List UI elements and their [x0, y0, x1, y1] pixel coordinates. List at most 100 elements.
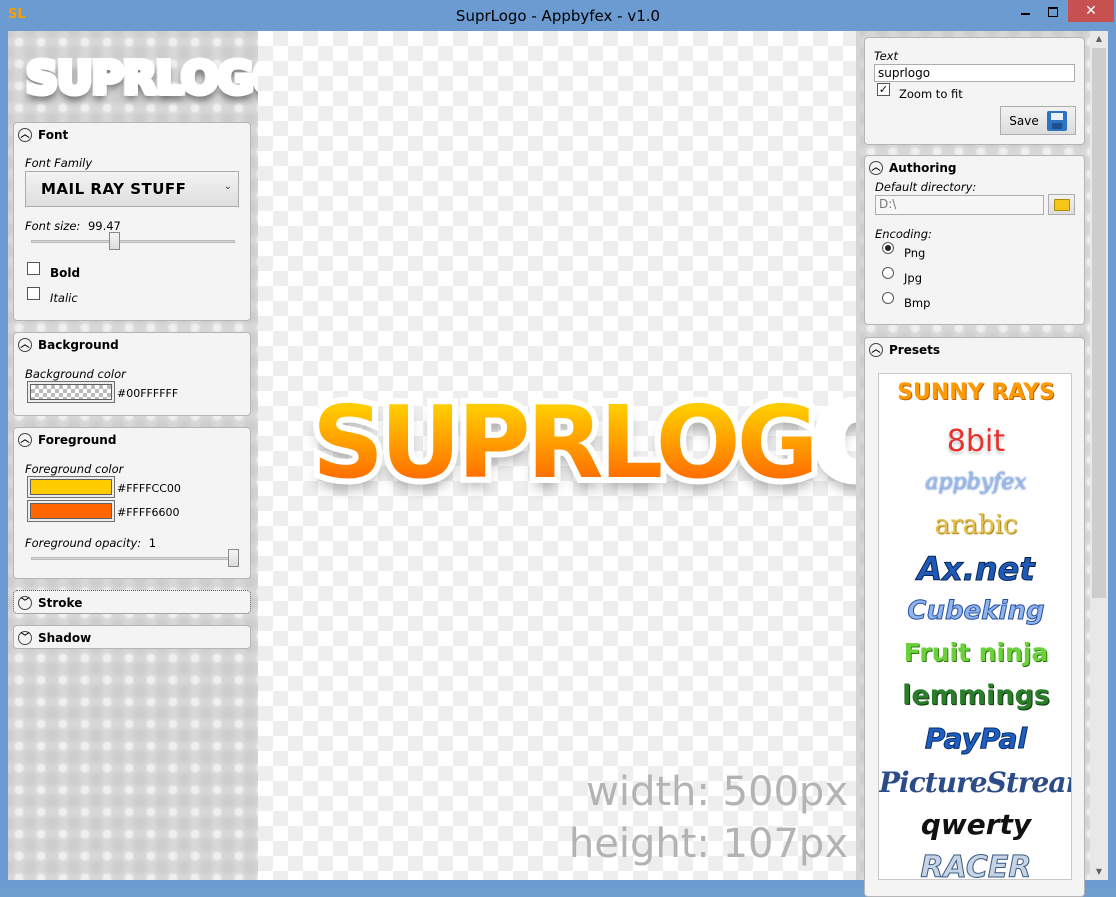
scroll-down-icon[interactable]: ▼	[1090, 864, 1108, 880]
default-directory-label: Default directory:	[875, 180, 977, 194]
authoring-group: ︿ Authoring Default directory: D:\ Encod…	[864, 155, 1085, 325]
font-size-label: Font size:	[25, 219, 81, 233]
encoding-bmp-label: Bmp	[904, 296, 931, 310]
app-logo-text: SUPRLOGO	[26, 49, 290, 109]
browse-folder-button[interactable]	[1048, 194, 1075, 215]
stroke-group[interactable]: ﹀ Stroke	[13, 590, 251, 614]
presets-group-header[interactable]: ︿ Presets	[869, 342, 940, 358]
font-header-label: Font	[38, 128, 69, 142]
radio-selected-dot	[885, 245, 891, 251]
zoom-to-fit-checkbox[interactable]: ✓	[877, 83, 890, 96]
font-size-slider[interactable]	[109, 232, 120, 250]
chevron-down-icon: ﹀	[18, 596, 32, 610]
font-group: ︿ Font Font Family MAIL RAY STUFF ⌄ Font…	[13, 122, 251, 321]
foreground-opacity-value: 1	[148, 536, 157, 550]
scroll-up-icon[interactable]: ▲	[1090, 31, 1108, 47]
left-panel: SUPRLOGO SUPRLOGO ︿ Font Font Family MAI…	[8, 31, 293, 880]
bold-label: Bold	[50, 266, 81, 280]
encoding-png-label: Png	[904, 246, 926, 260]
chevron-up-icon: ︿	[18, 128, 32, 142]
font-size-row: Font size: 99.47	[25, 219, 121, 233]
chevron-up-icon: ︿	[869, 343, 883, 357]
preset-ax-net[interactable]: Ax.net	[879, 550, 1071, 589]
shadow-group[interactable]: ﹀ Shadow	[13, 625, 251, 649]
window-title: SuprLogo - Appbyfex - v1.0	[455, 7, 661, 25]
foreground-opacity-slider[interactable]	[228, 549, 239, 567]
foreground-opacity-label: Foreground opacity:	[25, 536, 142, 550]
minimize-button[interactable]	[1012, 0, 1038, 22]
chevron-up-icon: ︿	[18, 338, 32, 352]
preset-racer[interactable]: RACER	[879, 850, 1071, 880]
encoding-bmp-radio[interactable]	[882, 292, 894, 304]
chevron-up-icon: ︿	[18, 433, 32, 447]
preset-sunny-rays[interactable]: SUNNY RAYS	[879, 380, 1071, 405]
bold-checkbox[interactable]	[27, 262, 40, 275]
preset-arabic[interactable]: arabic	[879, 510, 1071, 540]
title-bar[interactable]: SL SuprLogo - Appbyfex - v1.0 ✕	[0, 0, 1116, 31]
preset-8bit[interactable]: 8bit	[879, 424, 1071, 459]
preset-lemmings[interactable]: lemmings	[879, 680, 1071, 711]
close-icon: ✕	[1085, 3, 1097, 19]
shadow-header-label: Shadow	[38, 631, 92, 645]
save-label: Save	[1009, 113, 1039, 128]
authoring-group-header[interactable]: ︿ Authoring	[869, 160, 957, 176]
font-group-header[interactable]: ︿ Font	[18, 127, 68, 143]
italic-label: Italic	[50, 291, 78, 305]
encoding-label: Encoding:	[875, 227, 932, 241]
background-header-label: Background	[38, 338, 119, 352]
preview-canvas[interactable]: SUPRLOGO SUPRLOGO width: 500px height: 1…	[258, 31, 906, 880]
foreground-color1-value: #FFFFCC00	[117, 482, 181, 495]
folder-icon	[1053, 198, 1070, 211]
text-input[interactable]: suprlogo	[874, 64, 1075, 82]
width-readout: width: 500px	[586, 769, 848, 815]
preview-logo: SUPRLOGO	[312, 384, 900, 501]
background-color-fill	[30, 384, 112, 400]
background-group-header[interactable]: ︿ Background	[18, 337, 119, 353]
chevron-down-icon: ⌄	[223, 181, 232, 192]
font-family-label: Font Family	[25, 156, 93, 170]
foreground-color-label: Foreground color	[25, 462, 124, 476]
foreground-opacity-track[interactable]	[31, 557, 235, 560]
background-color-label: Background color	[25, 367, 126, 381]
presets-header-label: Presets	[889, 343, 941, 357]
height-readout: height: 107px	[568, 821, 848, 867]
maximize-icon	[1048, 6, 1058, 17]
presets-list[interactable]: SUNNY RAYS 8bit appbyfex arabic Ax.net C…	[878, 373, 1072, 880]
app-logo: SUPRLOGO SUPRLOGO	[23, 49, 293, 109]
preset-appbyfex[interactable]: appbyfex	[879, 470, 1071, 495]
scrollbar-thumb[interactable]	[1092, 48, 1106, 598]
foreground-group-header[interactable]: ︿ Foreground	[18, 432, 116, 448]
foreground-header-label: Foreground	[38, 433, 117, 447]
foreground-color2-fill	[30, 503, 112, 519]
encoding-jpg-radio[interactable]	[882, 267, 894, 279]
foreground-color2-value: #FFFF6600	[117, 506, 180, 519]
chevron-down-icon: ﹀	[18, 631, 32, 645]
background-color-swatch[interactable]	[27, 381, 115, 403]
close-button[interactable]: ✕	[1068, 0, 1114, 22]
preset-cubeking[interactable]: Cubeking	[879, 596, 1071, 627]
default-directory-input[interactable]: D:\	[875, 195, 1044, 215]
preset-picturestream[interactable]: PictureStream	[879, 766, 1071, 799]
maximize-button[interactable]	[1040, 0, 1066, 22]
save-button[interactable]: Save	[1000, 106, 1076, 135]
stroke-group-header[interactable]: ﹀ Stroke	[18, 595, 82, 611]
shadow-group-header[interactable]: ﹀ Shadow	[18, 630, 91, 646]
foreground-color1-swatch[interactable]	[27, 476, 115, 498]
encoding-jpg-label: Jpg	[904, 271, 922, 285]
preset-qwerty[interactable]: qwerty	[879, 808, 1071, 841]
preset-fruit-ninja[interactable]: Fruit ninja	[879, 638, 1071, 667]
text-label: Text	[874, 49, 898, 63]
foreground-group: ︿ Foreground Foreground color #FFFFCC00 …	[13, 427, 251, 579]
italic-checkbox[interactable]	[27, 287, 40, 300]
stroke-header-label: Stroke	[38, 596, 83, 610]
preset-paypal[interactable]: PayPal	[879, 722, 1071, 756]
font-family-select[interactable]: MAIL RAY STUFF ⌄	[25, 171, 239, 207]
font-size-track[interactable]	[31, 240, 235, 243]
floppy-disk-icon	[1046, 110, 1067, 131]
foreground-color2-swatch[interactable]	[27, 500, 115, 522]
text-group: Text suprlogo ✓ Zoom to fit Save	[864, 37, 1085, 145]
minimize-icon	[1020, 12, 1030, 15]
app-window: SL SuprLogo - Appbyfex - v1.0 ✕ SUPRLOGO…	[0, 0, 1116, 897]
authoring-header-label: Authoring	[889, 161, 957, 175]
encoding-png-radio[interactable]	[882, 242, 894, 254]
